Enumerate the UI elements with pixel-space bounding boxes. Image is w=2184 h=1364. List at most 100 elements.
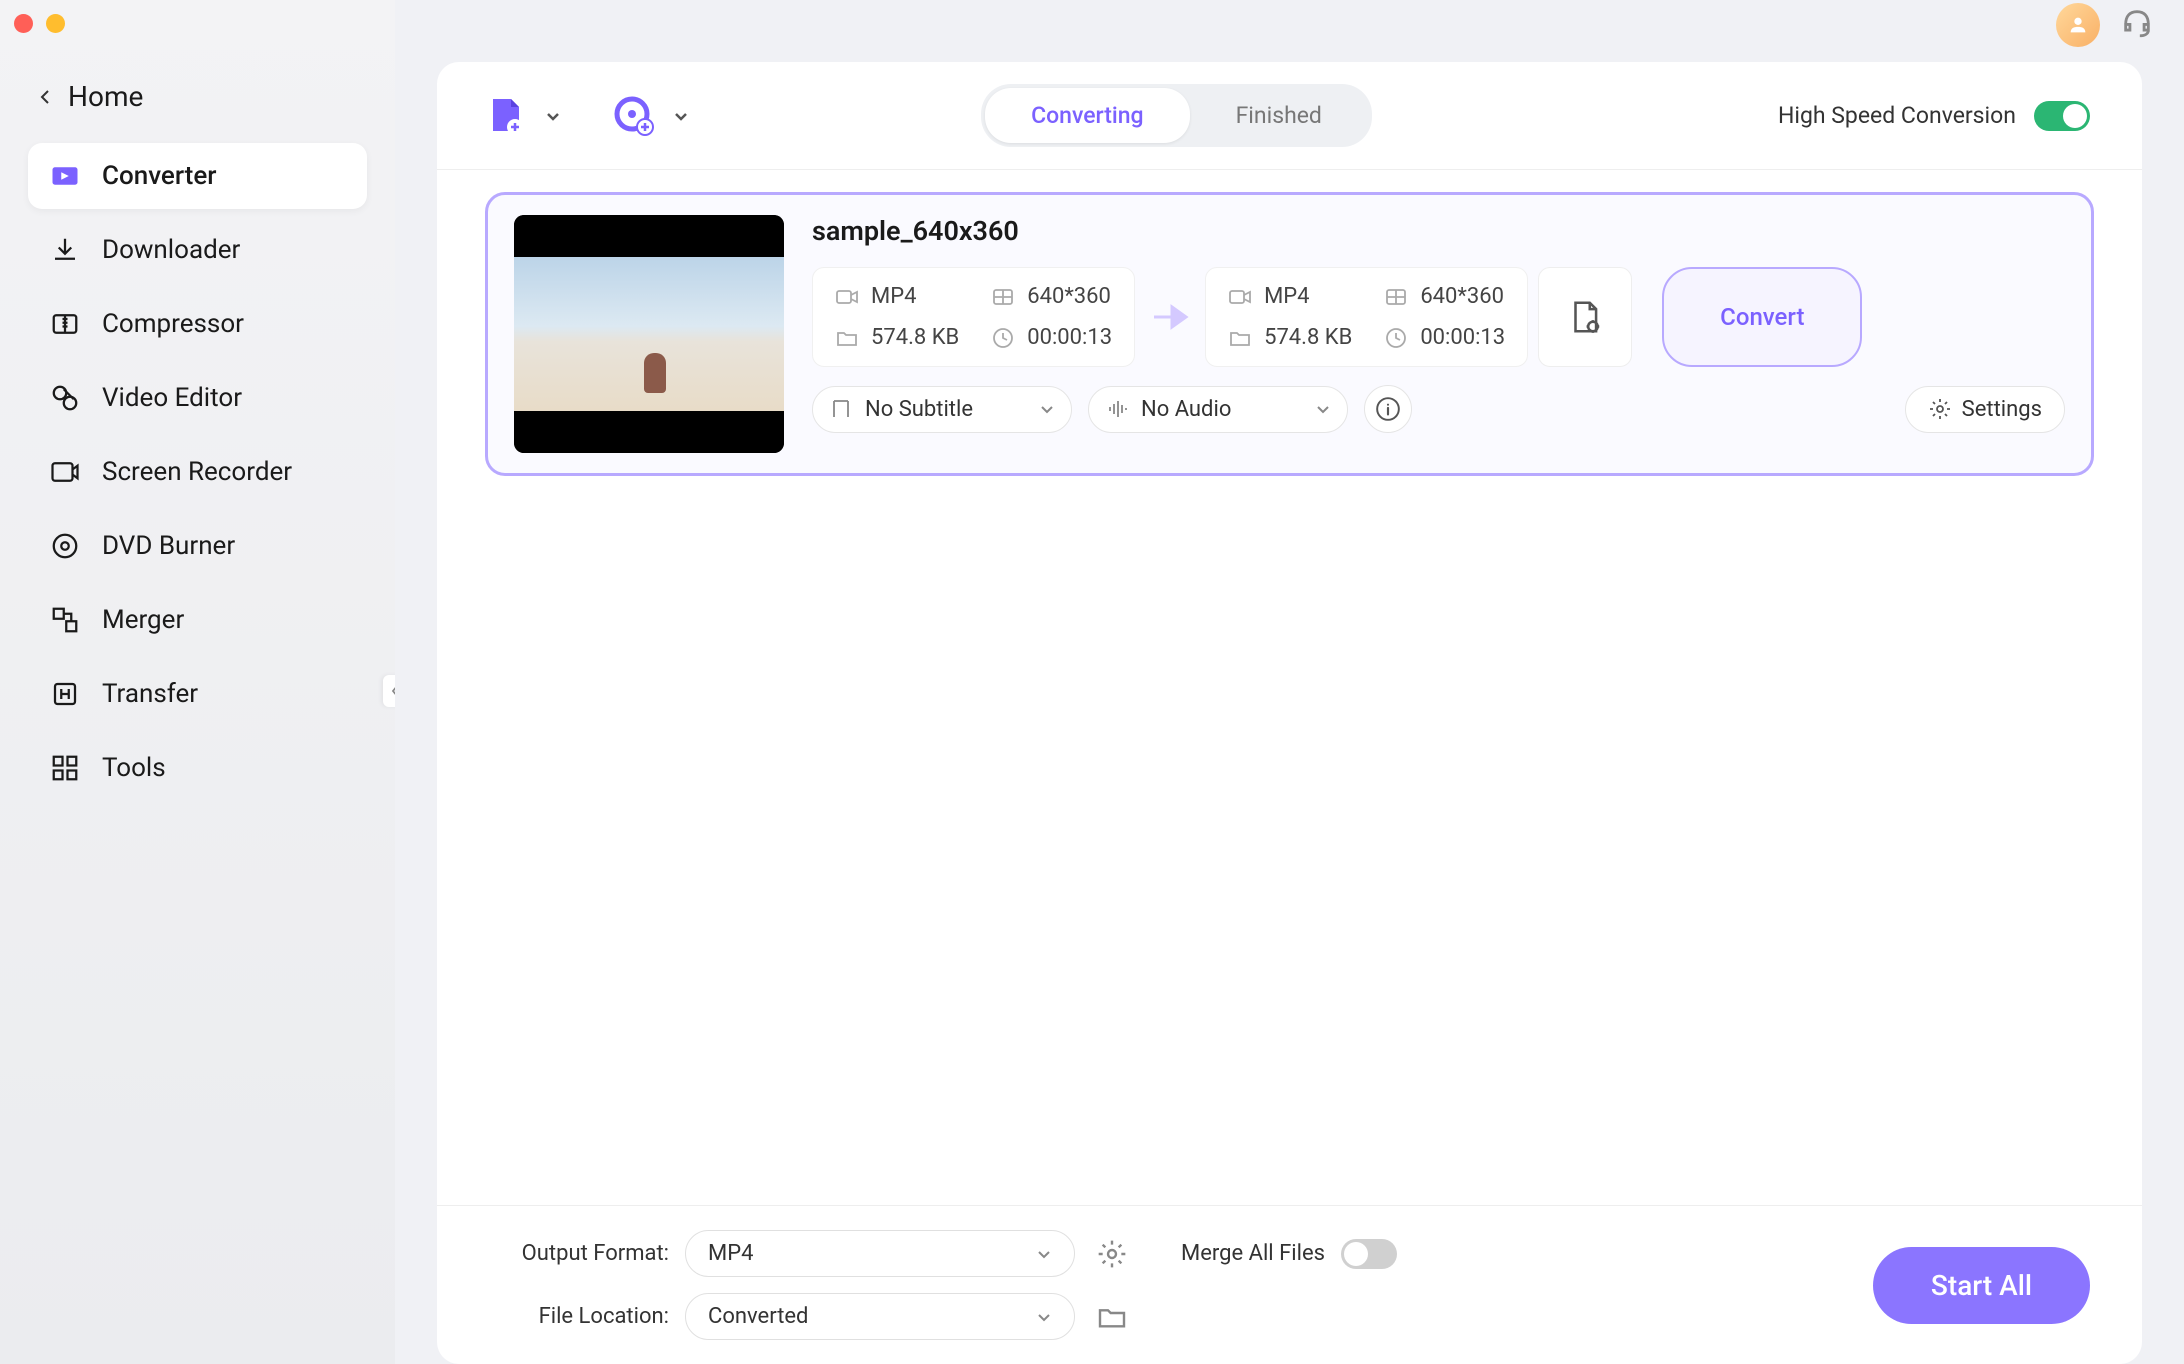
video-icon <box>1228 285 1252 309</box>
output-format-label: Output Format: <box>489 1241 669 1266</box>
close-window-button[interactable] <box>14 14 33 33</box>
headset-icon <box>2120 6 2154 40</box>
file-list: sample_640x360 MP4 640*360 574.8 KB 00:0… <box>437 170 2142 1205</box>
chevron-down-icon <box>1036 1309 1052 1325</box>
main: Converting Finished High Speed Conversio… <box>395 0 2184 1364</box>
gear-icon <box>1096 1238 1128 1270</box>
clock-icon <box>1384 326 1408 350</box>
chevron-down-icon <box>1036 1246 1052 1262</box>
source-info: MP4 640*360 574.8 KB 00:00:13 <box>812 267 1135 367</box>
source-format: MP4 <box>835 284 959 309</box>
video-icon <box>835 285 859 309</box>
merger-icon <box>50 605 80 635</box>
conversion-row: MP4 640*360 574.8 KB 00:00:13 MP4 640*36… <box>812 267 2065 367</box>
sidebar-item-editor[interactable]: Video Editor <box>28 365 367 431</box>
resolution-icon <box>1384 285 1408 309</box>
sidebar-item-label: Downloader <box>102 235 240 265</box>
resolution-icon <box>991 285 1015 309</box>
start-all-button[interactable]: Start All <box>1873 1247 2090 1324</box>
sidebar-item-downloader[interactable]: Downloader <box>28 217 367 283</box>
target-resolution: 640*360 <box>1384 284 1505 309</box>
file-body: sample_640x360 MP4 640*360 574.8 KB 00:0… <box>812 215 2065 453</box>
sidebar-item-transfer[interactable]: Transfer <box>28 661 367 727</box>
add-file-dropdown[interactable] <box>539 102 567 130</box>
merge-label: Merge All Files <box>1181 1241 1325 1266</box>
dvd-icon <box>50 531 80 561</box>
sidebar-item-label: Video Editor <box>102 383 242 413</box>
video-thumbnail[interactable] <box>514 215 784 453</box>
merge-group: Merge All Files <box>1181 1239 1397 1269</box>
add-disc-icon <box>613 95 655 137</box>
chevron-down-icon <box>545 108 561 124</box>
source-size: 574.8 KB <box>835 325 959 350</box>
sidebar-item-tools[interactable]: Tools <box>28 735 367 801</box>
sidebar-item-merger[interactable]: Merger <box>28 587 367 653</box>
subtitle-icon <box>829 397 853 421</box>
target-size: 574.8 KB <box>1228 325 1352 350</box>
sidebar: Home Converter Downloader Compressor Vid… <box>0 0 395 1364</box>
chevron-down-icon <box>1315 401 1331 417</box>
output-format-select[interactable]: MP4 <box>685 1230 1075 1277</box>
sidebar-item-dvd[interactable]: DVD Burner <box>28 513 367 579</box>
chevron-down-icon <box>1039 401 1055 417</box>
downloader-icon <box>50 235 80 265</box>
sidebar-item-label: Merger <box>102 605 184 635</box>
tab-converting[interactable]: Converting <box>985 88 1190 143</box>
source-resolution: 640*360 <box>991 284 1112 309</box>
sidebar-item-label: Compressor <box>102 309 244 339</box>
converter-icon <box>50 161 80 191</box>
bottom-left: Output Format: MP4 Merge All Files <box>489 1230 1397 1340</box>
info-button[interactable] <box>1364 385 1412 433</box>
merge-toggle[interactable] <box>1341 1239 1397 1269</box>
toolbar: Converting Finished High Speed Conversio… <box>437 62 2142 170</box>
sidebar-item-recorder[interactable]: Screen Recorder <box>28 439 367 505</box>
recorder-icon <box>50 457 80 487</box>
target-duration: 00:00:13 <box>1384 325 1505 350</box>
sidebar-item-label: Screen Recorder <box>102 457 292 487</box>
status-tabs: Converting Finished <box>981 84 1372 147</box>
high-speed-toggle[interactable] <box>2034 101 2090 131</box>
tab-finished[interactable]: Finished <box>1190 88 1368 143</box>
toolbar-left <box>485 95 695 137</box>
user-icon <box>2067 14 2089 36</box>
home-label: Home <box>68 80 143 113</box>
sidebar-item-label: Transfer <box>102 679 198 709</box>
add-file-icon <box>485 95 527 137</box>
output-settings-button[interactable] <box>1091 1233 1133 1275</box>
high-speed-label: High Speed Conversion <box>1778 102 2016 129</box>
editor-icon <box>50 383 80 413</box>
output-preset-button[interactable] <box>1538 267 1632 367</box>
folder-icon <box>1096 1301 1128 1333</box>
gear-icon <box>1928 397 1952 421</box>
add-disc-dropdown[interactable] <box>667 102 695 130</box>
high-speed-toggle-group: High Speed Conversion <box>1778 101 2090 131</box>
window-controls <box>14 14 65 33</box>
user-avatar[interactable] <box>2056 3 2100 47</box>
target-info[interactable]: MP4 640*360 574.8 KB 00:00:13 <box>1205 267 1528 367</box>
convert-arrow <box>1135 267 1205 367</box>
sidebar-item-compressor[interactable]: Compressor <box>28 291 367 357</box>
folder-icon <box>1228 326 1252 350</box>
file-card[interactable]: sample_640x360 MP4 640*360 574.8 KB 00:0… <box>485 192 2094 476</box>
add-disc-button[interactable] <box>613 95 655 137</box>
add-file-button[interactable] <box>485 95 527 137</box>
support-button[interactable] <box>2120 6 2154 44</box>
sidebar-item-label: Converter <box>102 161 216 191</box>
file-gear-icon <box>1566 298 1604 336</box>
audio-select[interactable]: No Audio <box>1088 386 1348 433</box>
sidebar-item-label: Tools <box>102 753 166 783</box>
convert-button[interactable]: Convert <box>1662 267 1862 367</box>
file-location-select[interactable]: Converted <box>685 1293 1075 1340</box>
file-location-label: File Location: <box>489 1304 669 1329</box>
home-link[interactable]: Home <box>0 80 395 143</box>
minimize-window-button[interactable] <box>46 14 65 33</box>
open-folder-button[interactable] <box>1091 1296 1133 1338</box>
nav-list: Converter Downloader Compressor Video Ed… <box>0 143 395 801</box>
sidebar-item-converter[interactable]: Converter <box>28 143 367 209</box>
clock-icon <box>991 326 1015 350</box>
folder-icon <box>835 326 859 350</box>
compressor-icon <box>50 309 80 339</box>
subtitle-select[interactable]: No Subtitle <box>812 386 1072 433</box>
item-settings-button[interactable]: Settings <box>1905 386 2065 433</box>
tools-icon <box>50 753 80 783</box>
